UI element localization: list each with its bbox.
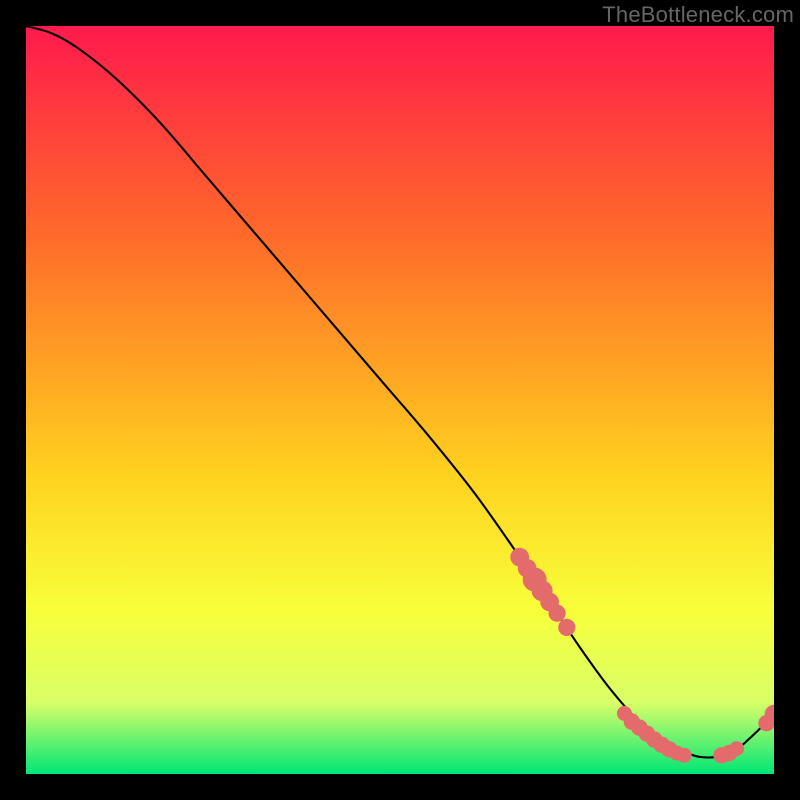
- chart-svg: [26, 26, 774, 774]
- data-marker: [729, 741, 744, 756]
- chart-stage: TheBottleneck.com: [0, 0, 800, 800]
- plot-area: [26, 26, 774, 774]
- data-marker: [558, 619, 575, 636]
- watermark-text: TheBottleneck.com: [602, 2, 794, 28]
- data-marker: [677, 748, 692, 763]
- gradient-panel: [26, 26, 774, 774]
- data-marker: [548, 605, 565, 622]
